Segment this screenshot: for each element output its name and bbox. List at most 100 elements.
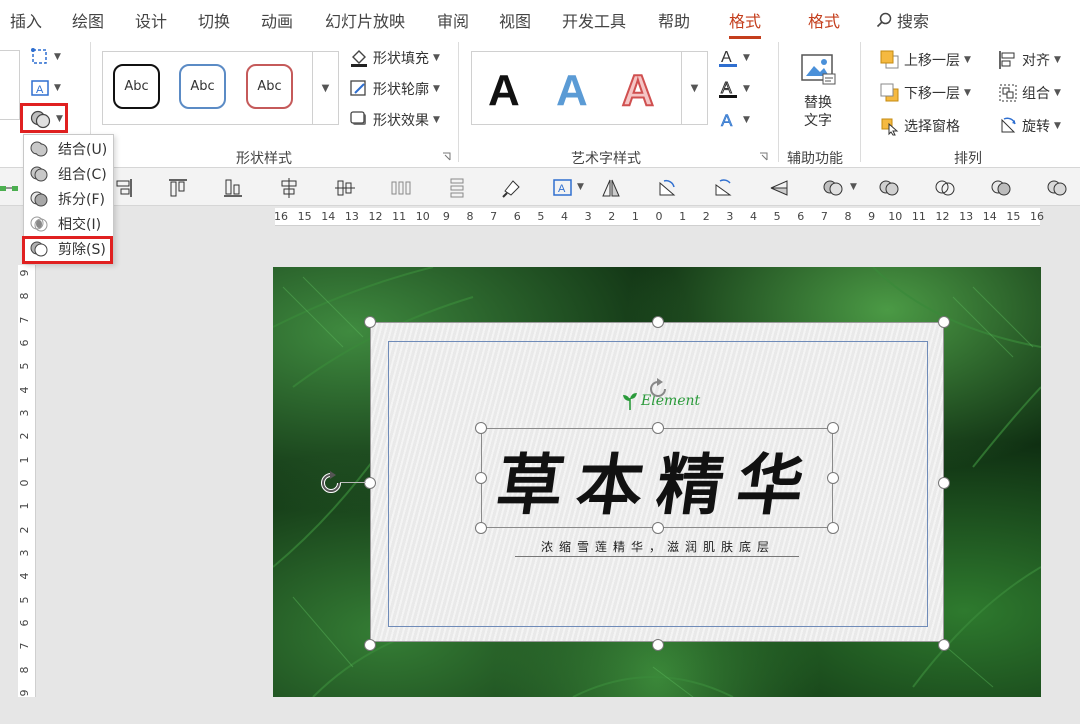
shape-style-blue[interactable]: Abc: [179, 64, 226, 109]
svg-text:A: A: [36, 84, 44, 96]
shape-style-red[interactable]: Abc: [246, 64, 293, 109]
search-box[interactable]: 搜索: [876, 8, 929, 32]
distribute-horizontally-icon[interactable]: [390, 177, 412, 199]
ruler-tick-label: 4: [561, 210, 568, 223]
text-effects-button[interactable]: A ▼: [717, 109, 750, 131]
shape-outline-button[interactable]: 形状轮廓 ▼: [349, 79, 440, 99]
resize-handle-bottom[interactable]: [652, 639, 664, 651]
pen-outline-icon: [350, 80, 366, 96]
resize-handle-top-left[interactable]: [364, 316, 376, 328]
ruler-tick-label: 2: [608, 210, 616, 223]
merge-shapes-toolbar-icon[interactable]: [822, 177, 844, 199]
ruler-tick-label: 3: [726, 210, 734, 223]
alt-text-button[interactable]: 替换 文字: [795, 52, 841, 142]
ruler-tick-label: 10: [415, 210, 430, 223]
text-box-button[interactable]: A ▼: [30, 78, 61, 98]
subtract-highlight: [22, 236, 113, 264]
rotate-button[interactable]: 旋转 ▼: [998, 116, 1061, 136]
tab-design[interactable]: 设计: [135, 8, 167, 32]
title-handle-bottom-right[interactable]: [827, 522, 839, 534]
edit-shape-button[interactable]: ▼: [30, 47, 61, 67]
merge-shapes-dropdown-icon[interactable]: ▼: [850, 182, 857, 192]
resize-handle-bottom-left[interactable]: [364, 639, 376, 651]
resize-handle-bottom-right[interactable]: [938, 639, 950, 651]
wordart-more-button[interactable]: ▼: [681, 52, 707, 124]
wordart-style-black[interactable]: A: [488, 66, 520, 116]
ruler-tick-label: 16: [274, 210, 288, 223]
ruler-tick-label: 7: [490, 210, 498, 223]
format-painter-icon[interactable]: [501, 177, 523, 199]
combine-icon[interactable]: [934, 177, 956, 199]
resize-handle-top-right[interactable]: [938, 316, 950, 328]
tab-review[interactable]: 审阅: [437, 8, 469, 32]
align-button[interactable]: 对齐 ▼: [998, 50, 1061, 70]
shape-fill-button[interactable]: 形状填充 ▼: [349, 48, 440, 68]
tab-animations[interactable]: 动画: [261, 8, 293, 32]
text-outline-button[interactable]: A ▼: [717, 78, 750, 100]
align-center-vertical-icon[interactable]: [278, 177, 300, 199]
fragment-icon[interactable]: [990, 177, 1012, 199]
ruler-tick-label: 4: [18, 386, 31, 394]
group-objects-button[interactable]: 组合 ▼: [998, 83, 1061, 103]
tab-insert[interactable]: 插入: [10, 8, 42, 32]
bring-forward-button[interactable]: 上移一层 ▼: [880, 50, 971, 70]
ruler-tick-label: 11: [911, 210, 926, 223]
ruler-tick-label: 0: [655, 210, 663, 223]
ruler-tick-label: 2: [702, 210, 710, 223]
ruler-tick-label: 9: [442, 210, 450, 223]
ruler-tick-label: 7: [18, 316, 31, 324]
menu-item-union[interactable]: 结合(U): [24, 137, 113, 161]
slide-title[interactable]: 草本精华: [481, 432, 834, 528]
wordart-group-label: 艺术字样式: [571, 151, 641, 167]
shape-style-black[interactable]: Abc: [113, 64, 160, 109]
menu-item-combine[interactable]: 组合(C): [24, 162, 113, 186]
shape-styles-launcher-icon[interactable]: [442, 152, 451, 161]
align-middle-icon[interactable]: [334, 177, 356, 199]
align-label: 对齐: [1022, 53, 1050, 69]
wordart-style-red[interactable]: A: [621, 65, 655, 116]
align-right-icon[interactable]: [112, 177, 134, 199]
menu-item-fragment[interactable]: 拆分(F): [24, 187, 113, 211]
resize-handle-top[interactable]: [652, 316, 664, 328]
wordart-launcher-icon[interactable]: [759, 152, 768, 161]
title-handle-left[interactable]: [475, 472, 487, 484]
send-backward-button[interactable]: 下移一层 ▼: [880, 83, 971, 103]
shape-styles-more-button[interactable]: ▼: [312, 52, 338, 124]
title-handle-top-left[interactable]: [475, 422, 487, 434]
ruler-tick-label: 7: [820, 210, 828, 223]
resize-handle-right[interactable]: [938, 477, 950, 489]
slide-subtitle[interactable]: 浓缩雪莲精华，滋润肌肤底层: [486, 538, 830, 555]
tab-draw[interactable]: 绘图: [72, 8, 104, 32]
align-bottom-icon[interactable]: [222, 177, 244, 199]
text-box-dropdown-icon[interactable]: ▼: [577, 182, 584, 192]
align-top-icon[interactable]: [167, 177, 189, 199]
wordart-style-blue[interactable]: A: [556, 66, 588, 116]
menu-item-intersect[interactable]: 相交(I): [24, 212, 113, 236]
rotate-handle-icon[interactable]: [317, 469, 345, 497]
tab-developer[interactable]: 开发工具: [562, 8, 626, 32]
separator: [860, 42, 861, 162]
text-box-toolbar-icon[interactable]: A: [552, 177, 574, 199]
intersect-icon[interactable]: [1046, 177, 1068, 199]
rotate-left-icon[interactable]: [712, 177, 734, 199]
text-rotate-handle-icon[interactable]: [644, 375, 672, 403]
tab-format-picture[interactable]: 格式: [808, 8, 840, 32]
selection-pane-button[interactable]: 选择窗格: [880, 116, 960, 136]
union-icon[interactable]: [878, 177, 900, 199]
rotate-right-icon[interactable]: [656, 177, 678, 199]
resize-handle-left[interactable]: [364, 477, 376, 489]
tab-help[interactable]: 帮助: [658, 8, 690, 32]
ruler-tick-label: 9: [18, 269, 31, 277]
tab-view[interactable]: 视图: [499, 8, 531, 32]
shape-effects-button[interactable]: 形状效果 ▼: [349, 110, 440, 130]
text-effects-icon: A: [721, 111, 734, 131]
tab-slideshow[interactable]: 幻灯片放映: [325, 8, 405, 32]
text-fill-button[interactable]: A ▼: [717, 47, 750, 69]
tab-format-drawing[interactable]: 格式: [729, 8, 762, 39]
ruler-tick-label: 5: [537, 210, 545, 223]
distribute-vertically-icon[interactable]: [446, 177, 468, 199]
flip-horizontal-icon[interactable]: [600, 177, 622, 199]
tab-transitions[interactable]: 切换: [198, 8, 230, 32]
flip-vertical-icon[interactable]: [768, 177, 790, 199]
distribute-horizontal-icon[interactable]: [0, 177, 22, 199]
